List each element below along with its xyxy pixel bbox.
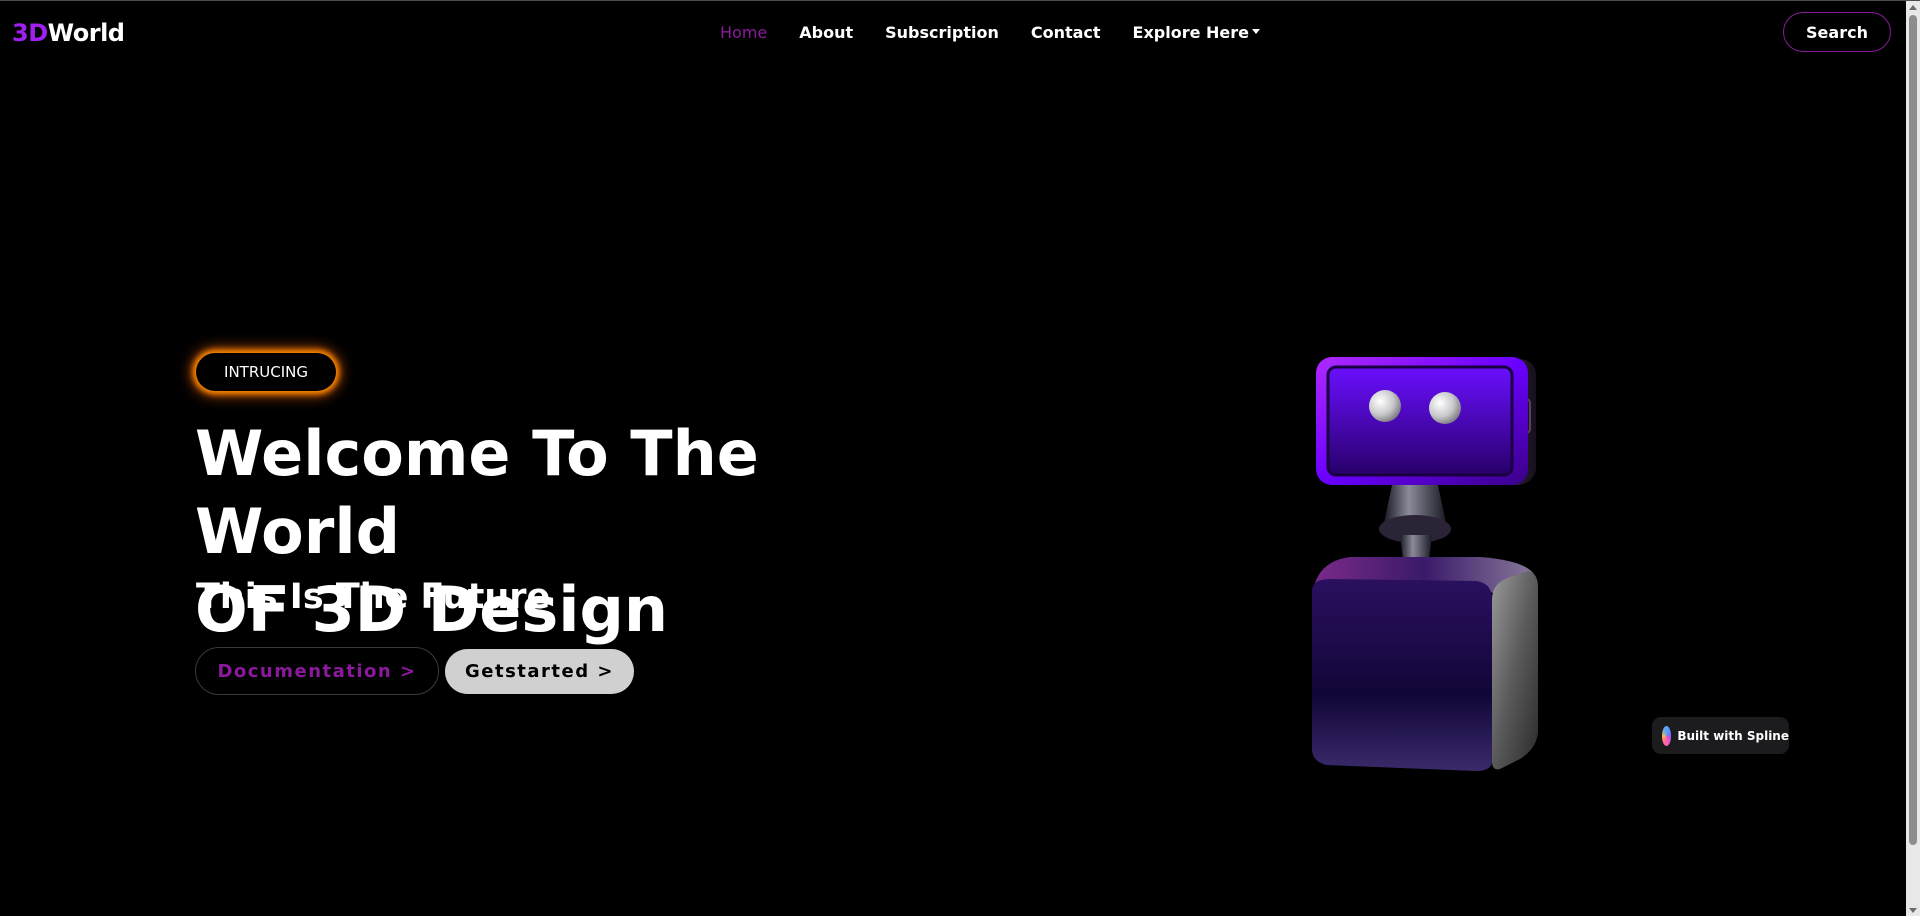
scrollbar-thumb[interactable] bbox=[1909, 15, 1917, 845]
caret-down-icon bbox=[1252, 29, 1261, 34]
nav-link-explore-label: Explore Here bbox=[1132, 23, 1250, 42]
nav-link-contact[interactable]: Contact bbox=[1031, 23, 1101, 42]
logo-accent: 3D bbox=[12, 19, 48, 47]
nav-link-subscription[interactable]: Subscription bbox=[885, 23, 999, 42]
scroll-down-arrow-icon[interactable] bbox=[1909, 908, 1917, 913]
logo[interactable]: 3DWorld bbox=[12, 19, 125, 47]
page: 3DWorld Home About Subscription Contact … bbox=[0, 0, 1920, 916]
search-button[interactable]: Search bbox=[1783, 12, 1891, 52]
vertical-scrollbar[interactable] bbox=[1906, 1, 1920, 916]
logo-text: World bbox=[47, 19, 125, 47]
nav-dropdown-explore[interactable]: Explore Here bbox=[1132, 23, 1261, 42]
spline-logo-icon bbox=[1662, 725, 1672, 746]
spline-badge-label: Built with Spline bbox=[1677, 728, 1789, 743]
hero-subtitle: This Is The Future bbox=[196, 577, 551, 617]
scroll-up-arrow-icon[interactable] bbox=[1909, 5, 1917, 10]
intro-badge: INTRUCING bbox=[196, 353, 336, 391]
nav-link-home[interactable]: Home bbox=[720, 23, 767, 42]
navbar: 3DWorld Home About Subscription Contact … bbox=[0, 1, 1906, 65]
nav-links: Home About Subscription Contact Explore … bbox=[720, 23, 1261, 42]
get-started-button[interactable]: Getstarted > bbox=[445, 649, 634, 694]
robot-illustration[interactable] bbox=[1300, 351, 1550, 771]
hero-title-line1: Welcome To The World bbox=[195, 417, 759, 568]
built-with-spline-badge[interactable]: Built with Spline bbox=[1652, 717, 1789, 754]
nav-link-about[interactable]: About bbox=[799, 23, 853, 42]
documentation-button[interactable]: Documentation > bbox=[195, 647, 439, 695]
